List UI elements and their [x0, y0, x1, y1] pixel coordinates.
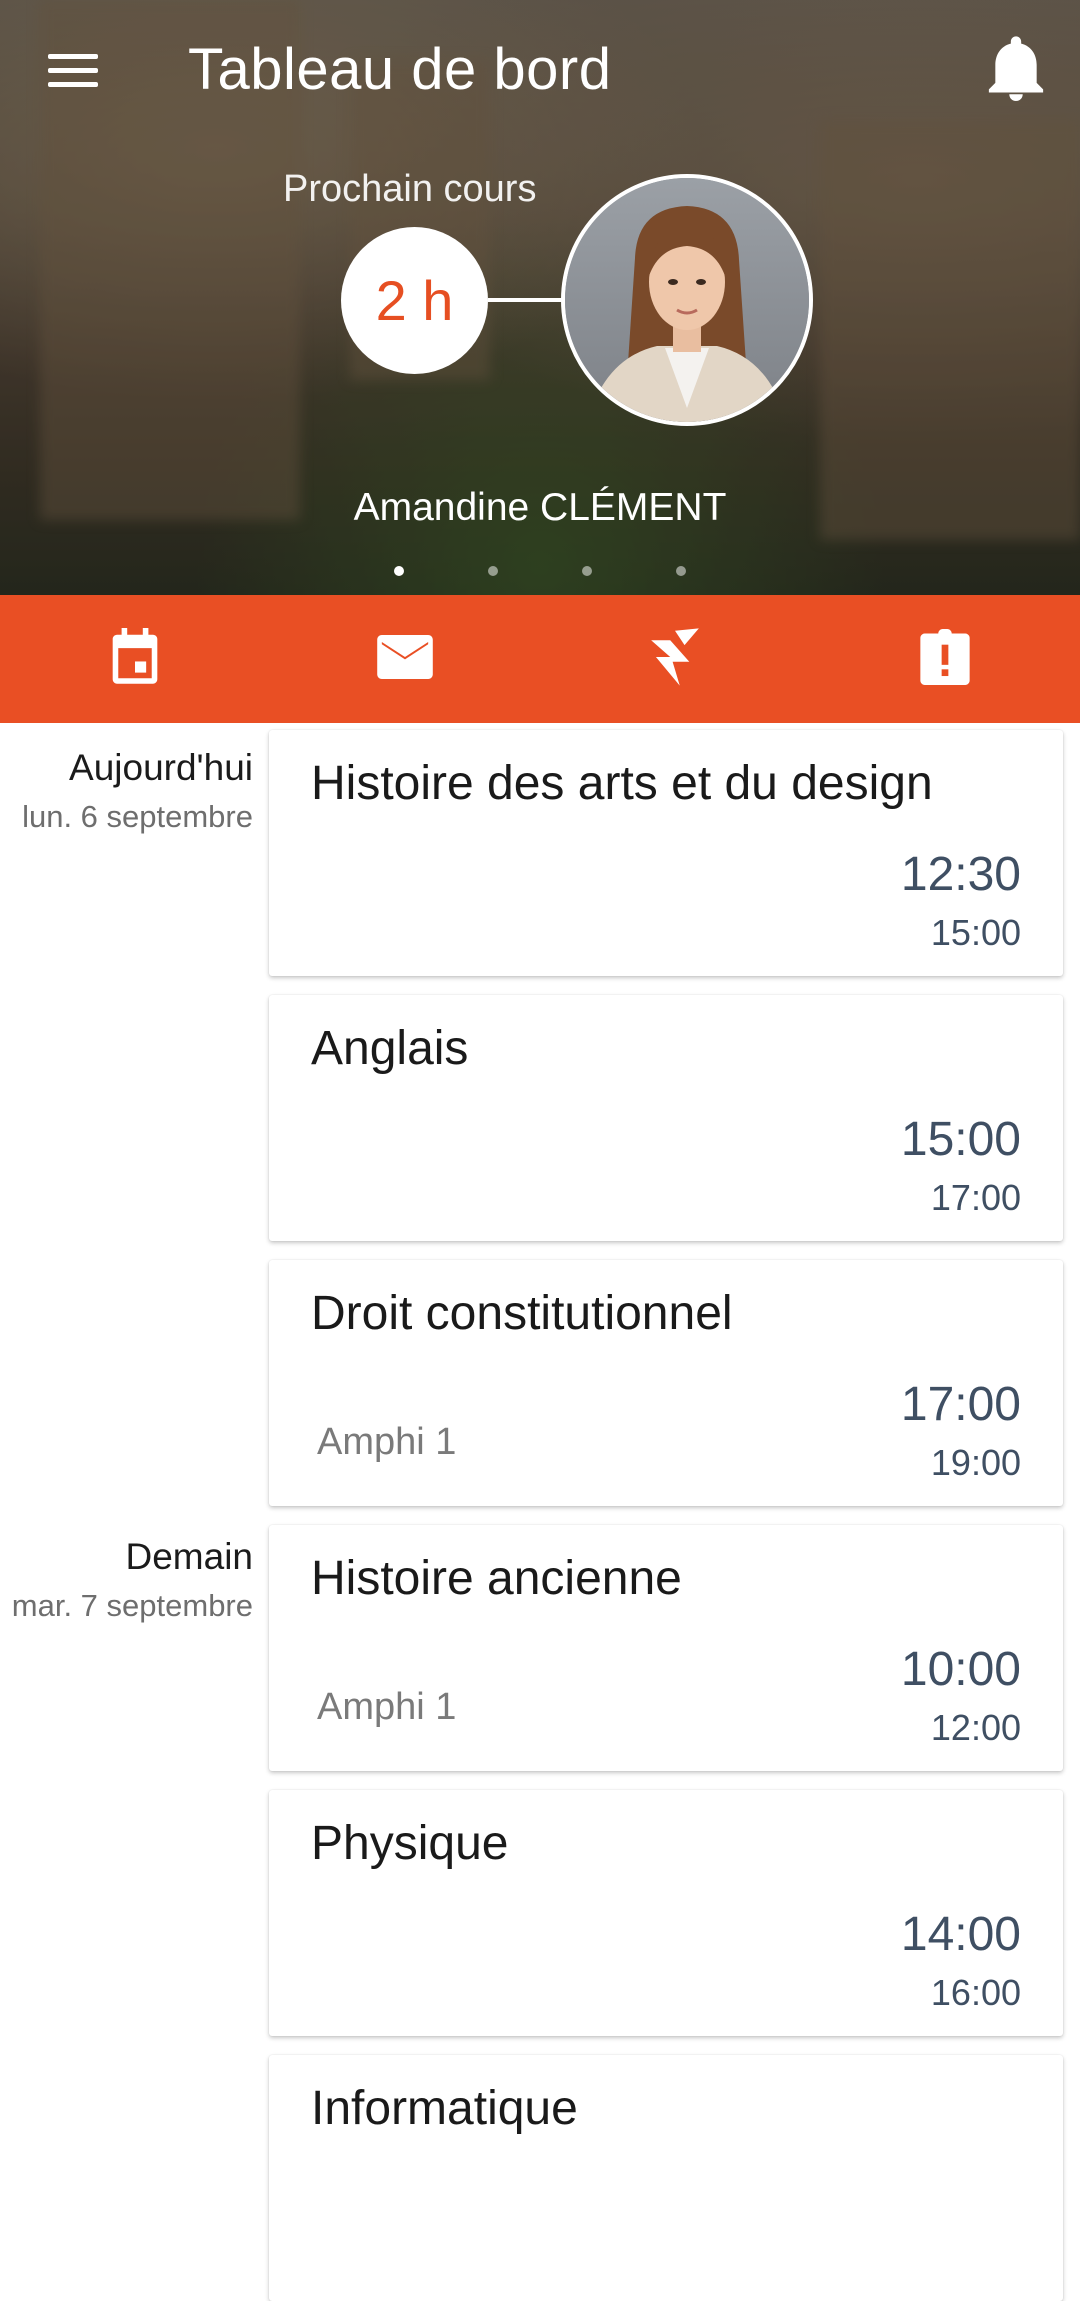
carousel-dot[interactable]	[394, 566, 404, 576]
course-start-time: 14:00	[900, 1908, 1021, 1961]
carousel-dot[interactable]	[582, 566, 592, 576]
day-name: Demain	[125, 1536, 254, 1577]
grades-icon	[646, 626, 704, 693]
mail-icon	[377, 634, 433, 684]
schedule-list: Aujourd'hui lun. 6 septembre Demain mar.…	[0, 723, 1080, 2301]
page-title: Tableau de bord	[188, 37, 612, 102]
carousel-dot[interactable]	[676, 566, 686, 576]
messages-button[interactable]	[270, 595, 540, 723]
quick-actions-bar	[0, 595, 1080, 723]
day-date: mar. 7 septembre	[11, 1588, 253, 1623]
day-header: Aujourd'hui lun. 6 septembre	[22, 747, 253, 835]
course-card[interactable]: Physique 14:00 16:00	[269, 1790, 1063, 2036]
course-card[interactable]: Histoire des arts et du design 12:30 15:…	[269, 730, 1063, 976]
day-name: Aujourd'hui	[69, 747, 253, 788]
course-start-time: 10:00	[900, 1643, 1021, 1696]
course-title: Histoire des arts et du design	[311, 757, 933, 810]
course-card[interactable]: Informatique	[269, 2055, 1063, 2301]
course-room: Amphi 1	[317, 1686, 457, 1728]
course-end-time: 16:00	[930, 1972, 1021, 2013]
next-course-label: Prochain cours	[283, 168, 537, 210]
course-start-time: 17:00	[900, 1378, 1021, 1431]
course-title: Droit constitutionnel	[311, 1287, 733, 1340]
day-date: lun. 6 septembre	[22, 799, 253, 834]
carousel-indicator[interactable]	[0, 566, 1080, 580]
course-end-time: 12:00	[930, 1707, 1021, 1748]
course-title: Informatique	[311, 2082, 578, 2135]
menu-button[interactable]	[38, 42, 108, 98]
course-title: Histoire ancienne	[311, 1552, 682, 1605]
course-title: Anglais	[311, 1022, 469, 1075]
course-start-time: 12:30	[900, 848, 1021, 901]
day-header: Demain mar. 7 septembre	[12, 1536, 253, 1624]
carousel-dot[interactable]	[488, 566, 498, 576]
bell-icon[interactable]	[985, 36, 1047, 104]
teacher-name: Amandine CLÉMENT	[353, 486, 727, 529]
clipboard-alert-icon	[920, 628, 970, 690]
calendar-button[interactable]	[0, 595, 270, 723]
course-card[interactable]: Droit constitutionnel Amphi 1 17:00 19:0…	[269, 1260, 1063, 1506]
course-title: Physique	[311, 1817, 509, 1870]
course-start-time: 15:00	[900, 1113, 1021, 1166]
course-end-time: 17:00	[930, 1177, 1021, 1218]
absences-button[interactable]	[810, 595, 1080, 723]
grades-button[interactable]	[540, 595, 810, 723]
course-room: Amphi 1	[317, 1421, 457, 1463]
header-banner: Tableau de bord Prochain cours 2 h Amand…	[0, 0, 1080, 595]
calendar-icon	[108, 627, 162, 691]
connector-line	[488, 298, 564, 302]
course-end-time: 15:00	[930, 912, 1021, 953]
course-card[interactable]: Histoire ancienne Amphi 1 10:00 12:00	[269, 1525, 1063, 1771]
teacher-avatar[interactable]	[561, 174, 813, 426]
countdown-badge: 2 h	[341, 227, 488, 374]
course-end-time: 19:00	[930, 1442, 1021, 1483]
course-card[interactable]: Anglais 15:00 17:00	[269, 995, 1063, 1241]
